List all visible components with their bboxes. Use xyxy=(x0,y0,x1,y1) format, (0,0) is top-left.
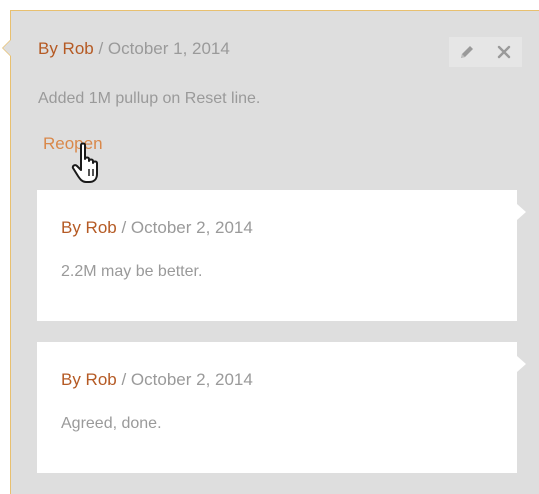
reply-text: 2.2M may be better. xyxy=(61,263,203,280)
delete-button[interactable] xyxy=(493,41,515,63)
panel-pointer xyxy=(3,40,11,56)
reply-text: Agreed, done. xyxy=(61,415,162,432)
comment-actions xyxy=(449,37,522,67)
reply-date-separator: / xyxy=(116,370,131,389)
main-comment-date-separator: / xyxy=(93,39,108,58)
edit-button[interactable] xyxy=(456,41,478,63)
main-comment-date: October 1, 2014 xyxy=(107,39,230,58)
reply-date: October 2, 2014 xyxy=(130,218,253,237)
reply-author: By Rob xyxy=(61,370,117,389)
reply-date-separator: / xyxy=(116,218,131,237)
close-icon xyxy=(497,45,510,59)
pencil-icon xyxy=(461,46,474,58)
main-comment-meta: By Rob / October 1, 2014 xyxy=(38,39,230,59)
reply-meta: By Rob / October 2, 2014 xyxy=(61,370,253,390)
reply-card-pointer xyxy=(517,356,526,372)
reply-card: By Rob / October 2, 2014 2.2M may be bet… xyxy=(37,190,526,321)
reply-meta: By Rob / October 2, 2014 xyxy=(61,218,253,238)
reply-card-pointer xyxy=(517,204,526,220)
hand-pointer-icon xyxy=(71,142,98,183)
reply-date: October 2, 2014 xyxy=(130,370,253,389)
comment-thread-page: By Rob / October 1, 2014 Added 1M pullup… xyxy=(0,0,539,494)
reply-author: By Rob xyxy=(61,218,117,237)
main-comment-text: Added 1M pullup on Reset line. xyxy=(38,90,261,107)
main-comment-author: By Rob xyxy=(38,39,94,58)
reply-card: By Rob / October 2, 2014 Agreed, done. xyxy=(37,342,526,473)
